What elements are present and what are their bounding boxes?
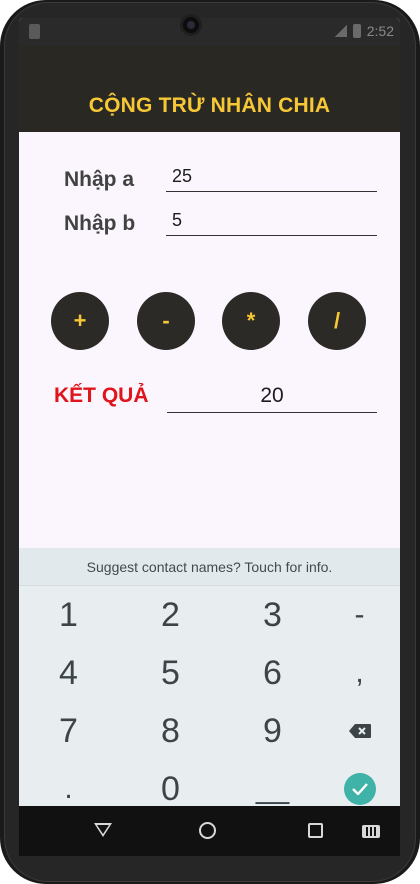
key-2[interactable]: 2 bbox=[123, 586, 218, 644]
status-icons: 2:52 bbox=[334, 23, 394, 39]
app-screen: 2:52 CỘNG TRỪ NHÂN CHIA Nhập a 25 Nhập b… bbox=[19, 18, 400, 856]
result-label: KẾT QUẢ bbox=[54, 384, 149, 407]
keyboard-suggestion-bar[interactable]: Suggest contact names? Touch for info. bbox=[19, 548, 400, 586]
phone-frame: 2:52 CỘNG TRỪ NHÂN CHIA Nhập a 25 Nhập b… bbox=[0, 0, 420, 884]
key-3[interactable]: 3 bbox=[225, 586, 320, 644]
recent-apps-icon[interactable] bbox=[308, 823, 323, 838]
add-button[interactable]: + bbox=[51, 292, 109, 350]
key-4[interactable]: 4 bbox=[21, 644, 116, 702]
keyboard-switch-icon[interactable] bbox=[362, 825, 380, 838]
status-bar: 2:52 bbox=[19, 18, 400, 46]
key-5[interactable]: 5 bbox=[123, 644, 218, 702]
key-comma[interactable]: , bbox=[312, 644, 400, 702]
keyboard-row-1: 1 2 3 - bbox=[19, 586, 400, 644]
sim-icon bbox=[29, 24, 40, 39]
status-time: 2:52 bbox=[366, 23, 394, 39]
key-9[interactable]: 9 bbox=[225, 702, 320, 760]
front-camera bbox=[180, 14, 202, 36]
enter-button-circle bbox=[343, 773, 376, 805]
home-icon[interactable] bbox=[199, 822, 216, 839]
multiply-button[interactable]: * bbox=[222, 292, 280, 350]
input-b-field[interactable]: 5 bbox=[166, 202, 377, 236]
keyboard-row-2: 4 5 6 , bbox=[19, 644, 400, 702]
checkmark-icon bbox=[351, 783, 368, 795]
input-b-label: Nhập b bbox=[64, 212, 136, 235]
signal-icon bbox=[334, 25, 347, 37]
divide-button[interactable]: / bbox=[308, 292, 366, 350]
navigation-bar bbox=[19, 806, 400, 856]
subtract-button[interactable]: - bbox=[137, 292, 195, 350]
battery-icon bbox=[352, 24, 361, 38]
key-minus[interactable]: - bbox=[312, 586, 400, 644]
keyboard-row-3: 7 8 9 bbox=[19, 702, 400, 760]
key-6[interactable]: 6 bbox=[225, 644, 320, 702]
result-field: 20 bbox=[167, 375, 377, 413]
backspace-icon bbox=[348, 724, 371, 738]
key-1[interactable]: 1 bbox=[21, 586, 116, 644]
backspace-key[interactable] bbox=[312, 702, 400, 760]
suggestion-text: Suggest contact names? Touch for info. bbox=[86, 558, 333, 575]
app-title: CỘNG TRỪ NHÂN CHIA bbox=[88, 94, 331, 117]
key-7[interactable]: 7 bbox=[21, 702, 116, 760]
key-8[interactable]: 8 bbox=[123, 702, 218, 760]
input-a-label: Nhập a bbox=[64, 168, 135, 191]
input-a-field[interactable]: 25 bbox=[166, 158, 377, 192]
back-icon[interactable] bbox=[94, 823, 112, 837]
app-bar: CỘNG TRỪ NHÂN CHIA bbox=[19, 46, 400, 132]
